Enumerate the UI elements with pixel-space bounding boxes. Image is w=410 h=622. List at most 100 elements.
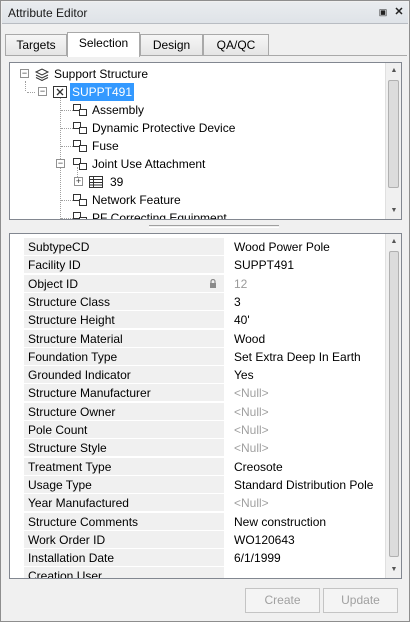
property-name: Structure Owner <box>24 402 224 420</box>
property-row[interactable]: Treatment Type Creosote <box>24 457 384 476</box>
relationship-icon <box>73 194 87 206</box>
scroll-up-icon[interactable]: ▲ <box>386 63 401 79</box>
tab-selection[interactable]: Selection <box>67 32 140 57</box>
property-value[interactable]: Wood <box>224 330 380 347</box>
property-value[interactable]: <Null> <box>224 384 380 401</box>
collapse-icon[interactable]: − <box>56 159 65 168</box>
tree-label: Network Feature <box>92 193 181 207</box>
property-row[interactable]: Foundation Type Set Extra Deep In Earth <box>24 347 384 366</box>
property-name: SubtypeCD <box>24 238 224 255</box>
tree-label: Assembly <box>92 103 145 117</box>
property-name: Structure Comments <box>24 512 224 530</box>
tree-node-assembly[interactable]: Assembly <box>10 101 380 119</box>
property-name: Installation Date <box>24 549 224 567</box>
relationship-icon <box>73 212 87 219</box>
grid-scrollbar[interactable]: ▲ ▼ <box>385 234 401 578</box>
property-value[interactable]: Yes <box>224 366 380 383</box>
property-row[interactable]: Structure Class 3 <box>24 292 384 311</box>
window-title: Attribute Editor <box>8 6 88 20</box>
property-value[interactable] <box>224 567 380 578</box>
feature-icon <box>53 86 67 98</box>
collapse-icon[interactable]: − <box>38 87 47 96</box>
property-row[interactable]: Pole Count <Null> <box>24 421 384 439</box>
title-bar: Attribute Editor ▣ ✕ <box>2 2 408 24</box>
tree-label: 39 <box>110 175 124 189</box>
scroll-down-icon[interactable]: ▼ <box>386 562 401 578</box>
property-value[interactable]: WO120643 <box>224 531 380 548</box>
scroll-thumb[interactable] <box>389 251 399 557</box>
property-value[interactable]: New construction <box>224 513 380 530</box>
update-button[interactable]: Update <box>323 588 398 613</box>
property-value[interactable]: Wood Power Pole <box>224 238 380 255</box>
scroll-up-icon[interactable]: ▲ <box>386 234 401 250</box>
property-row[interactable]: Structure Owner <Null> <box>24 402 384 421</box>
property-row[interactable]: Grounded Indicator Yes <box>24 366 384 384</box>
tree-node-network-feature[interactable]: Network Feature <box>10 191 380 209</box>
property-value[interactable]: 12 <box>224 275 380 292</box>
property-name: Year Manufactured <box>24 494 224 512</box>
pin-icon[interactable]: ▣ <box>376 5 390 19</box>
property-value[interactable]: 3 <box>224 293 380 310</box>
property-row[interactable]: Structure Material Wood <box>24 329 384 348</box>
tab-targets[interactable]: Targets <box>5 34 67 56</box>
create-button[interactable]: Create <box>245 588 320 613</box>
property-value[interactable]: Standard Distribution Pole <box>224 476 380 493</box>
scroll-thumb[interactable] <box>388 80 399 188</box>
property-row[interactable]: Facility ID SUPPT491 <box>24 256 384 274</box>
tab-divider <box>5 55 407 56</box>
property-value[interactable]: <Null> <box>224 421 380 438</box>
property-value[interactable]: <Null> <box>224 494 380 511</box>
property-row[interactable]: Creation User <box>24 567 384 578</box>
scroll-down-icon[interactable]: ▼ <box>386 203 401 219</box>
tree-connector <box>27 92 35 93</box>
tree-label: PF Correcting Equipment <box>92 211 227 220</box>
property-row[interactable]: Structure Style <Null> <box>24 439 384 457</box>
tree-node-support-structure[interactable]: − Support Structure <box>10 65 380 83</box>
close-icon[interactable]: ✕ <box>392 5 406 19</box>
tree-node-39[interactable]: + 39 <box>10 173 380 191</box>
property-value[interactable]: <Null> <box>224 403 380 420</box>
property-value[interactable]: <Null> <box>224 439 380 456</box>
property-row[interactable]: Structure Manufacturer <Null> <box>24 384 384 402</box>
tab-design[interactable]: Design <box>140 34 203 56</box>
property-row[interactable]: Structure Comments New construction <box>24 512 384 531</box>
relationship-icon <box>73 104 87 116</box>
feature-layer-icon <box>34 68 50 81</box>
property-value[interactable]: 40' <box>224 311 380 328</box>
property-value[interactable]: Set Extra Deep In Earth <box>224 348 380 365</box>
tree-node-pf-correcting-equipment[interactable]: PF Correcting Equipment <box>10 209 380 220</box>
tree-node-dynamic-protective-device[interactable]: Dynamic Protective Device <box>10 119 380 137</box>
property-row[interactable]: Installation Date 6/1/1999 <box>24 549 384 567</box>
property-row[interactable]: Object ID 12 <box>24 274 384 293</box>
property-row[interactable]: Work Order ID WO120643 <box>24 530 384 549</box>
tree-node-joint-use-attachment[interactable]: − Joint Use Attachment <box>10 155 380 173</box>
property-value[interactable]: Creosote <box>224 458 380 475</box>
relationship-icon <box>73 122 87 134</box>
expand-icon[interactable]: + <box>74 177 83 186</box>
property-name: Structure Height <box>24 311 224 329</box>
tree-label-selected: SUPPT491 <box>70 83 135 101</box>
selection-tree[interactable]: − Support Structure − SUPPT491 Assembly … <box>9 62 402 220</box>
property-row[interactable]: Structure Height 40' <box>24 311 384 329</box>
panel-splitter[interactable] <box>9 223 402 231</box>
table-icon <box>89 176 103 188</box>
property-name: Usage Type <box>24 475 224 493</box>
relationship-icon <box>73 158 87 170</box>
relationship-icon <box>73 140 87 152</box>
property-name: Facility ID <box>24 256 224 274</box>
attribute-editor-window: Attribute Editor ▣ ✕ Targets Selection D… <box>0 0 410 622</box>
tree-scrollbar[interactable]: ▲ ▼ <box>385 63 401 219</box>
property-row[interactable]: SubtypeCD Wood Power Pole <box>24 238 384 256</box>
lock-icon <box>210 278 216 288</box>
tree-node-fuse[interactable]: Fuse <box>10 137 380 155</box>
collapse-icon[interactable]: − <box>20 69 29 78</box>
tab-qaqc[interactable]: QA/QC <box>203 34 269 56</box>
property-value[interactable]: SUPPT491 <box>224 256 380 273</box>
property-row[interactable]: Usage Type Standard Distribution Pole <box>24 475 384 494</box>
property-grid[interactable]: SubtypeCD Wood Power Pole Facility ID SUPPT… <box>9 233 402 579</box>
property-name: Creation User <box>24 567 224 578</box>
splitter-grip[interactable] <box>149 225 279 228</box>
tree-node-suppt491[interactable]: − SUPPT491 <box>10 83 380 101</box>
property-row[interactable]: Year Manufactured <Null> <box>24 494 384 512</box>
property-value[interactable]: 6/1/1999 <box>224 549 380 566</box>
